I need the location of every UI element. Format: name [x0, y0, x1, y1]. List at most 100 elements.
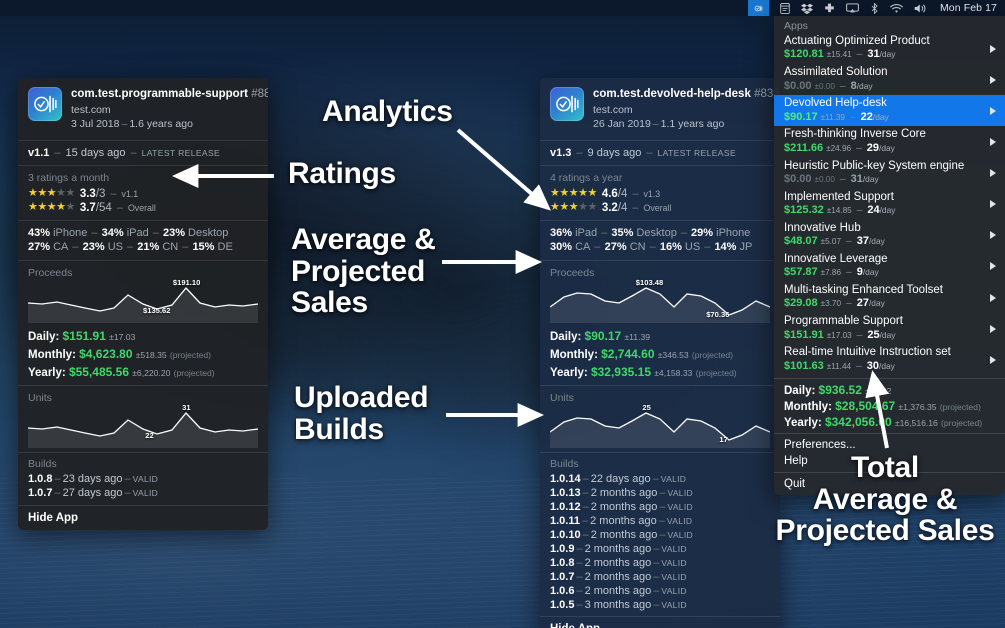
- build-row[interactable]: 1.0.8–23 days ago – VALID: [18, 472, 268, 486]
- units-min-label: 22: [145, 430, 154, 440]
- rating-row: ★★★★★ 3.7/54 – Overall: [28, 201, 156, 214]
- build-row[interactable]: 1.0.11–2 months ago – VALID: [540, 514, 780, 528]
- chevron-right-icon[interactable]: [990, 75, 996, 84]
- build-row[interactable]: 1.0.12–2 months ago – VALID: [540, 500, 780, 514]
- star-rating-icon: ★★★★★: [550, 187, 597, 200]
- annotation-uploaded-builds: Uploaded Builds: [294, 381, 429, 446]
- chevron-right-icon[interactable]: [990, 231, 996, 240]
- build-row[interactable]: 1.0.7–27 days ago – VALID: [18, 486, 268, 500]
- latest-release-tag: LATEST RELEASE: [657, 147, 737, 158]
- device-distribution: 36% iPad – 35% Desktop – 29% iPhone: [550, 226, 751, 239]
- dropbox-icon[interactable]: [800, 3, 813, 14]
- dropdown-app-name: Actuating Optimized Product: [784, 35, 930, 47]
- rating-row: ★★★★★ 3.2/4 – Overall: [550, 201, 672, 214]
- dropdown-app-stats: $29.08 ±3.70 – 27/day: [784, 297, 885, 310]
- dropdown-app-stats: $0.00 ±0.00 – 8/day: [784, 79, 873, 92]
- dropdown-app-item[interactable]: Devolved Help-desk $90.17 ±11.39 – 22/day: [774, 95, 1005, 127]
- version-age: 15 days ago: [65, 146, 126, 159]
- airplay-icon[interactable]: [846, 2, 859, 14]
- build-row[interactable]: 1.0.14–22 days ago – VALID: [540, 472, 780, 486]
- notes-icon[interactable]: [780, 2, 790, 14]
- units-chart-svg: [550, 412, 770, 448]
- app-header: com.test.devolved-help-desk #8362 test.c…: [540, 78, 780, 140]
- chevron-right-icon[interactable]: [990, 324, 996, 333]
- dropdown-app-stats: $0.00 ±0.00 – 31/day: [784, 172, 879, 185]
- dropdown-app-name: Multi-tasking Enhanced Toolset: [784, 284, 943, 296]
- proceeds-daily: Daily: $90.17 ±11.39: [550, 328, 651, 343]
- wifi-icon[interactable]: [890, 3, 903, 14]
- proceeds-chart-svg: [550, 287, 770, 323]
- dropdown-app-item[interactable]: Heuristic Public-key System engine $0.00 …: [774, 158, 1005, 189]
- app-detail-panel-devolved-help-desk: com.test.devolved-help-desk #8362 test.c…: [540, 78, 780, 628]
- distribution-section: 36% iPad – 35% Desktop – 29% iPhone 30% …: [540, 221, 780, 260]
- app-meta: com.test.programmable-support #8885 test…: [71, 87, 268, 131]
- annotation-average-projected-sales: Average & Projected Sales: [291, 223, 436, 319]
- dropdown-app-item[interactable]: Innovative Leverage $57.87 ±7.86 – 9/day: [774, 251, 1005, 282]
- build-row[interactable]: 1.0.5–3 months ago – VALID: [540, 598, 780, 612]
- version-age: 9 days ago: [587, 146, 642, 159]
- dropdown-app-item[interactable]: Programmable Support $151.91 ±17.03 – 25/…: [774, 313, 1005, 344]
- menubar-clock[interactable]: Mon Feb 17: [938, 2, 997, 14]
- build-row[interactable]: 1.0.9–2 months ago – VALID: [540, 542, 780, 556]
- dropdown-app-item[interactable]: Fresh-thinking Inverse Core $211.66 ±24.9…: [774, 126, 1005, 157]
- dropdown-app-item[interactable]: Innovative Hub $48.07 ±5.07 – 37/day: [774, 220, 1005, 251]
- chevron-right-icon[interactable]: [990, 106, 996, 115]
- app-active-icon[interactable]: [747, 0, 769, 16]
- annotation-analytics: Analytics: [322, 95, 453, 128]
- units-chart-section: Units 22 31: [18, 386, 268, 452]
- dropdown-app-item[interactable]: Real-time Intuitive Instruction set $101.…: [774, 344, 1005, 375]
- chevron-right-icon[interactable]: [990, 169, 996, 178]
- chevron-right-icon[interactable]: [990, 293, 996, 302]
- total-daily: Daily: $936.52 ±45.22: [784, 383, 892, 398]
- chevron-right-icon[interactable]: [990, 355, 996, 364]
- units-min-label: 17: [719, 434, 728, 444]
- dropdown-app-name: Real-time Intuitive Instruction set: [784, 346, 951, 359]
- units-sparkline: 25 17: [550, 403, 770, 448]
- ratings-frequency: 3 ratings a month: [28, 171, 110, 184]
- latest-release-row: v1.1 – 15 days ago – LATEST RELEASE: [28, 146, 221, 159]
- builds-title: Builds: [550, 457, 579, 470]
- hide-app-button[interactable]: Hide App: [540, 617, 780, 628]
- units-chart-title: Units: [28, 391, 52, 404]
- dropdown-app-name: Innovative Hub: [784, 221, 861, 234]
- rating-scope: v1.1: [121, 188, 139, 199]
- builds-section: Builds 1.0.14–22 days ago – VALID 1.0.13–2 …: [540, 453, 780, 616]
- hide-app-button[interactable]: Hide App: [18, 506, 268, 530]
- ratings-section: 4 ratings a year ★★★★★ 4.6/4 – v1.3 ★★★★…: [540, 166, 780, 220]
- bluetooth-icon[interactable]: [870, 2, 879, 14]
- proceeds-max-label: $103.48: [635, 277, 664, 287]
- units-chart-title: Units: [550, 391, 574, 404]
- chevron-right-icon[interactable]: [990, 44, 996, 53]
- app-header: com.test.programmable-support #8885 test…: [18, 78, 268, 140]
- dropdown-app-item[interactable]: Assimilated Solution $0.00 ±0.00 – 8/day: [774, 64, 1005, 95]
- divider: [774, 433, 1005, 435]
- rating-scope: Overall: [643, 202, 672, 213]
- rating-scope: v1.3: [643, 188, 661, 199]
- dropdown-app-item[interactable]: Implemented Support $125.32 ±14.85 – 24/d…: [774, 189, 1005, 220]
- build-row[interactable]: 1.0.10–2 months ago – VALID: [540, 528, 780, 542]
- chevron-right-icon[interactable]: [990, 200, 996, 209]
- star-rating-icon: ★★★★★: [28, 187, 75, 200]
- dropdown-app-list: Actuating Optimized Product $120.81 ±15.4…: [774, 33, 1005, 375]
- ratings-frequency: 4 ratings a year: [550, 171, 623, 184]
- health-plus-icon[interactable]: [824, 3, 835, 14]
- build-row[interactable]: 1.0.6–2 months ago – VALID: [540, 584, 780, 598]
- dropdown-app-item[interactable]: Actuating Optimized Product $120.81 ±15.4…: [774, 33, 1005, 64]
- proceeds-daily: Daily: $151.91 ±17.03: [28, 328, 136, 343]
- rating-scope: Overall: [127, 202, 156, 213]
- country-distribution: 30% CA – 27% CN – 16% US – 14% JP: [550, 240, 753, 253]
- proceeds-yearly: Yearly: $32,935.15 ±4,158.33 (projected): [550, 364, 737, 379]
- app-icon: [550, 87, 584, 121]
- dropdown-app-stats: $48.07 ±5.07 – 37/day: [784, 235, 885, 248]
- volume-icon[interactable]: [914, 3, 927, 14]
- build-row[interactable]: 1.0.7–2 months ago – VALID: [540, 570, 780, 584]
- build-row[interactable]: 1.0.8–2 months ago – VALID: [540, 556, 780, 570]
- build-row[interactable]: 1.0.13–2 months ago – VALID: [540, 486, 780, 500]
- dropdown-app-item[interactable]: Multi-tasking Enhanced Toolset $29.08 ±3.…: [774, 282, 1005, 313]
- proceeds-min-label: $70.36: [706, 309, 730, 319]
- latest-release-tag: LATEST RELEASE: [141, 147, 221, 158]
- rating-value: 3.2/4: [601, 201, 628, 214]
- chevron-right-icon[interactable]: [990, 262, 996, 271]
- chevron-right-icon[interactable]: [990, 137, 996, 146]
- proceeds-chart-section: Proceeds $135.62 $191.10 Daily: $151.91 …: [18, 261, 268, 385]
